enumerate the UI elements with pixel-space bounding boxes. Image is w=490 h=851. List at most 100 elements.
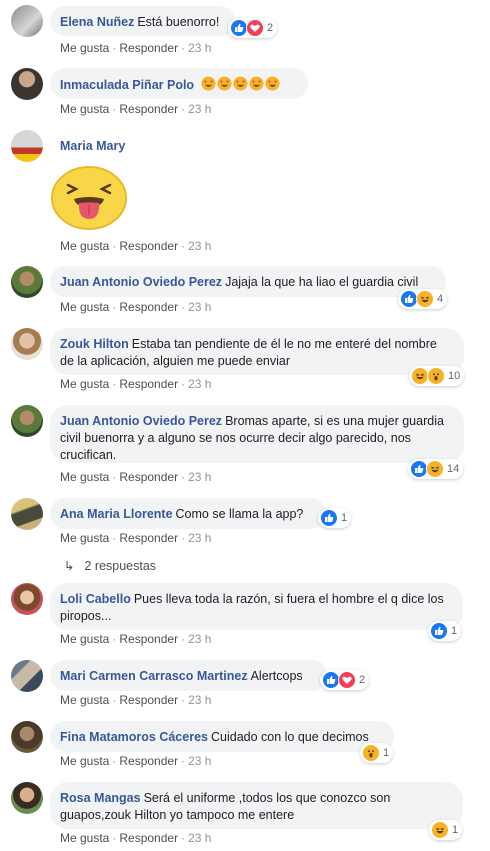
avatar[interactable]: [11, 498, 43, 530]
like-button[interactable]: Me gusta: [60, 632, 109, 646]
like-button[interactable]: Me gusta: [60, 470, 109, 484]
like-button[interactable]: Me gusta: [60, 239, 109, 253]
timestamp[interactable]: 23 h: [188, 632, 211, 646]
comment-actions: Me gusta · Responder · 23 h: [60, 693, 212, 707]
comment-actions: Me gusta · Responder · 23 h: [60, 300, 212, 314]
avatar[interactable]: [11, 405, 43, 437]
avatar[interactable]: [11, 68, 43, 100]
comment-bubble: Inmaculada Piñar Polo: [50, 68, 308, 99]
author-name[interactable]: Mari Carmen Carrasco Martinez: [60, 669, 248, 683]
comment-actions: Me gusta · Responder · 23 h: [60, 239, 212, 253]
reactions-summary[interactable]: 2: [320, 670, 370, 690]
avatar[interactable]: [11, 583, 43, 615]
haha-icon: [426, 460, 444, 478]
comment-bubble: Elena Nuñez Está buenorro!: [50, 6, 235, 36]
reply-button[interactable]: Responder: [119, 831, 178, 845]
reaction-count: 4: [437, 293, 444, 305]
avatar[interactable]: [11, 782, 43, 814]
author-name[interactable]: Juan Antonio Oviedo Perez: [60, 414, 222, 428]
author-name[interactable]: Rosa Mangas: [60, 791, 141, 805]
timestamp[interactable]: 23 h: [188, 102, 211, 116]
timestamp[interactable]: 23 h: [188, 377, 211, 391]
author-name[interactable]: Elena Nuñez: [60, 15, 134, 29]
heart-eyes-icon: [233, 76, 248, 91]
reactions-summary[interactable]: 1: [428, 621, 462, 641]
reply-button[interactable]: Responder: [119, 239, 178, 253]
like-button[interactable]: Me gusta: [60, 531, 109, 545]
reply-arrow-icon: ↳: [64, 559, 75, 573]
avatar[interactable]: [11, 266, 43, 298]
comment-actions: Me gusta · Responder · 23 h: [60, 754, 212, 768]
author-name[interactable]: Inmaculada Piñar Polo: [60, 78, 194, 92]
timestamp[interactable]: 23 h: [188, 693, 211, 707]
comment-actions: Me gusta · Responder · 23 h: [60, 632, 212, 646]
reactions-summary[interactable]: 2: [228, 18, 278, 38]
comment-bubble: Maria Mary: [50, 130, 170, 158]
comment-actions: Me gusta · Responder · 23 h: [60, 102, 212, 116]
reply-button[interactable]: Responder: [119, 632, 178, 646]
comment-actions: Me gusta · Responder · 23 h: [60, 41, 212, 55]
timestamp[interactable]: 23 h: [188, 831, 211, 845]
view-replies-link[interactable]: ↳ 2 respuestas: [64, 558, 156, 573]
author-name[interactable]: Fina Matamoros Cáceres: [60, 730, 208, 744]
like-button[interactable]: Me gusta: [60, 377, 109, 391]
reply-button[interactable]: Responder: [119, 41, 178, 55]
comment-actions: Me gusta · Responder · 23 h: [60, 831, 212, 845]
reaction-count: 10: [448, 370, 461, 382]
author-name[interactable]: Ana Maria Llorente: [60, 507, 173, 521]
reply-button[interactable]: Responder: [119, 470, 178, 484]
like-button[interactable]: Me gusta: [60, 754, 109, 768]
tongue-out-sticker: [51, 166, 127, 230]
avatar[interactable]: [11, 328, 43, 360]
comment-text: Como se llama la app?: [175, 507, 304, 521]
reactions-summary[interactable]: 4: [398, 289, 448, 309]
timestamp[interactable]: 23 h: [188, 41, 211, 55]
reactions-summary[interactable]: 1: [318, 508, 352, 528]
timestamp[interactable]: 23 h: [188, 754, 211, 768]
like-button[interactable]: Me gusta: [60, 41, 109, 55]
timestamp[interactable]: 23 h: [188, 531, 211, 545]
reactions-summary[interactable]: 1: [429, 820, 463, 840]
avatar[interactable]: [11, 721, 43, 753]
like-button[interactable]: Me gusta: [60, 102, 109, 116]
reply-button[interactable]: Responder: [119, 754, 178, 768]
reply-button[interactable]: Responder: [119, 377, 178, 391]
timestamp[interactable]: 23 h: [188, 470, 211, 484]
reactions-summary[interactable]: 14: [408, 459, 464, 479]
haha-icon: [416, 290, 434, 308]
reply-button[interactable]: Responder: [119, 102, 178, 116]
reaction-count: 1: [451, 625, 458, 637]
comment-text: Está buenorro!: [137, 15, 220, 29]
wow-icon: [362, 744, 380, 762]
reactions-summary[interactable]: 10: [409, 366, 465, 386]
replies-count: 2 respuestas: [84, 559, 157, 573]
comment-actions: Me gusta · Responder · 23 h: [60, 470, 212, 484]
avatar[interactable]: [11, 5, 43, 37]
like-button[interactable]: Me gusta: [60, 693, 109, 707]
like-button[interactable]: Me gusta: [60, 300, 109, 314]
reaction-count: 14: [447, 463, 460, 475]
reaction-count: 1: [383, 747, 390, 759]
reply-button[interactable]: Responder: [119, 300, 178, 314]
comment-bubble: Juan Antonio Oviedo Perez Bromas aparte, …: [50, 405, 464, 463]
author-name[interactable]: Zouk Hilton: [60, 337, 129, 351]
reactions-summary[interactable]: 1: [360, 743, 394, 763]
reply-button[interactable]: Responder: [119, 693, 178, 707]
author-name[interactable]: Juan Antonio Oviedo Perez: [60, 275, 222, 289]
comment-bubble: Mari Carmen Carrasco Martinez Alertcops: [50, 660, 328, 691]
like-button[interactable]: Me gusta: [60, 831, 109, 845]
avatar[interactable]: [11, 130, 43, 162]
avatar[interactable]: [11, 660, 43, 692]
comment-bubble: Juan Antonio Oviedo Perez Jajaja la que h…: [50, 266, 446, 297]
comment-text: Jajaja la que ha liao el guardia civil: [225, 275, 419, 289]
timestamp[interactable]: 23 h: [188, 239, 211, 253]
timestamp[interactable]: 23 h: [188, 300, 211, 314]
comment-bubble: Ana Maria Llorente Como se llama la app?: [50, 498, 326, 529]
haha-icon: [431, 821, 449, 839]
wow-icon: [427, 367, 445, 385]
author-name[interactable]: Loli Cabello: [60, 592, 131, 606]
author-name[interactable]: Maria Mary: [60, 139, 125, 153]
reaction-count: 2: [359, 674, 366, 686]
reply-button[interactable]: Responder: [119, 531, 178, 545]
comment-text: Cuidado con lo que decimos: [210, 730, 369, 744]
